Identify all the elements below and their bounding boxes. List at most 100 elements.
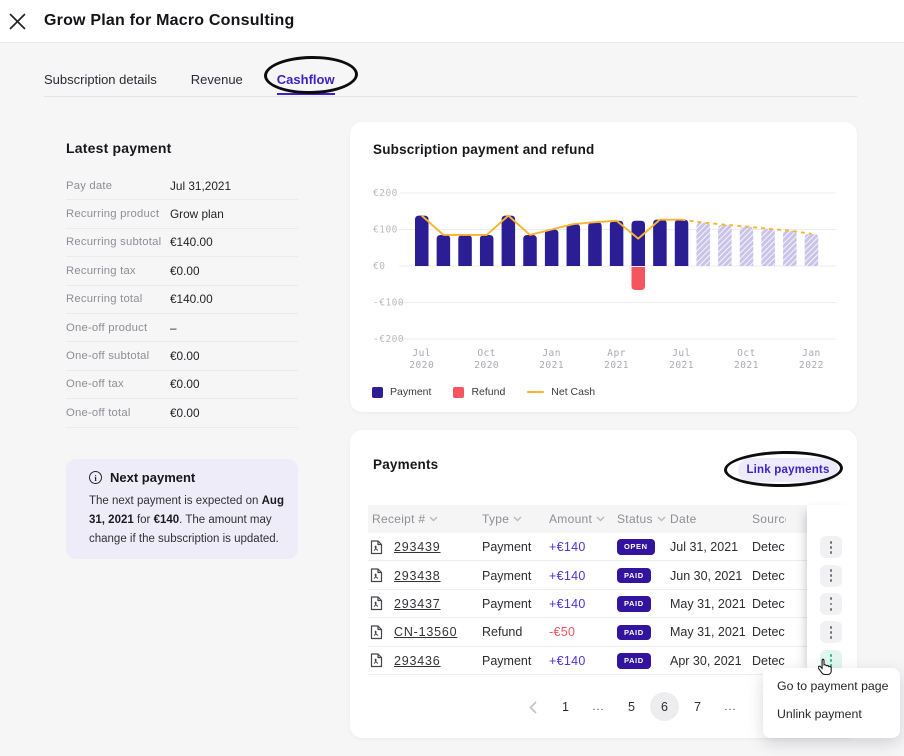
status-cell: PAID: [617, 561, 667, 589]
info-icon: i: [89, 471, 102, 484]
detail-row: One-off product –: [66, 314, 298, 343]
chart-card: Subscription payment and refund €200 €100…: [350, 122, 857, 412]
detail-label: Recurring tax: [66, 264, 136, 277]
detail-row: Pay date Jul 31,2021: [66, 172, 298, 201]
status-badge: OPEN: [617, 539, 655, 555]
amount-cell: +€140: [549, 568, 586, 583]
date-cell: Jun 30, 2021: [670, 568, 743, 583]
source-cell: Detected: [752, 540, 785, 555]
svg-text:2022: 2022: [799, 360, 824, 371]
payments-table-header: Receipt #TypeAmountStatusDate Source: [368, 505, 807, 533]
menu-item-unlink-payment[interactable]: Unlink payment: [763, 700, 900, 728]
column-header-receipt-[interactable]: Receipt #: [372, 505, 480, 533]
amount-cell: +€140: [549, 596, 586, 611]
svg-text:€200: €200: [373, 188, 398, 199]
detail-label: Recurring total: [66, 293, 143, 306]
detail-value: €0.00: [170, 405, 200, 420]
svg-text:2021: 2021: [539, 360, 564, 371]
column-header-status[interactable]: Status: [617, 505, 668, 533]
source-cell: Detected: [752, 568, 785, 583]
detail-row: One-off total €0.00: [66, 399, 298, 428]
pdf-file-icon: [370, 625, 383, 639]
receipt-pdf-cell[interactable]: [370, 647, 386, 675]
receipt-link[interactable]: 293437: [394, 590, 478, 618]
type-cell: Refund: [482, 625, 523, 640]
tab-cashflow[interactable]: Cashflow: [276, 72, 335, 95]
payments-title: Payments: [373, 457, 439, 472]
pdf-file-icon: [370, 568, 383, 583]
next-payment-title-row: i Next payment: [89, 470, 288, 485]
pagination-page-1[interactable]: 1: [549, 692, 582, 722]
next-payment-title: Next payment: [110, 470, 196, 485]
detail-label: Pay date: [66, 179, 113, 192]
svg-text:Oct: Oct: [477, 348, 496, 359]
receipt-link[interactable]: 293438: [394, 561, 478, 589]
column-header-type[interactable]: Type: [482, 505, 547, 533]
detail-label: One-off total: [66, 406, 131, 419]
link-payments-button[interactable]: Link payments: [738, 458, 838, 482]
pdf-file-icon: [370, 596, 383, 611]
svg-text:2020: 2020: [409, 360, 434, 371]
column-header-amount[interactable]: Amount: [549, 505, 615, 533]
receipt-link[interactable]: CN-13560: [394, 618, 478, 646]
svg-text:Oct: Oct: [737, 348, 756, 359]
sort-chevron-icon: [596, 516, 605, 522]
date-cell: May 31, 2021: [670, 596, 746, 611]
dialog-header: Grow Plan for Macro Consulting: [0, 0, 904, 43]
receipt-pdf-cell[interactable]: [370, 561, 386, 589]
pagination-prev-icon[interactable]: [516, 692, 549, 722]
receipt-link[interactable]: 293436: [394, 647, 478, 675]
detail-value: Jul 31,2021: [170, 178, 232, 193]
column-header-date: Date: [670, 512, 697, 526]
payment-row: 293438 Payment +€140 PAID Jun 30, 2021 Detect…: [368, 561, 807, 590]
svg-text:2021: 2021: [669, 360, 694, 371]
pdf-file-icon: [370, 653, 383, 668]
detail-row: Recurring subtotal €140.00: [66, 229, 298, 258]
cursor-pointer-icon: [818, 658, 832, 676]
sort-chevron-icon: [657, 516, 666, 522]
detail-row: Recurring total €140.00: [66, 286, 298, 314]
latest-payment-title: Latest payment: [66, 140, 172, 156]
receipt-link[interactable]: 293439: [394, 533, 478, 561]
row-actions-kebab[interactable]: [820, 593, 842, 615]
pagination-page-7[interactable]: 7: [681, 692, 714, 722]
sort-chevron-icon: [513, 516, 522, 522]
tab-subscription-details[interactable]: Subscription details: [44, 72, 157, 95]
sort-chevron-icon: [429, 516, 438, 522]
detail-value: €0.00: [170, 263, 200, 278]
detail-value: €140.00: [170, 292, 213, 307]
row-actions-kebab[interactable]: [820, 536, 842, 559]
next-payment-text: The next payment is expected on Aug 31, …: [89, 495, 284, 545]
detail-row: One-off subtotal €0.00: [66, 342, 298, 371]
receipt-pdf-cell[interactable]: [370, 590, 386, 618]
pagination-page-5[interactable]: 5: [615, 692, 648, 722]
svg-text:-€100: -€100: [373, 298, 404, 309]
detail-value: €0.00: [170, 349, 200, 364]
svg-text:2021: 2021: [734, 360, 759, 371]
svg-text:-€200: -€200: [373, 334, 404, 345]
amount-cell: +€140: [549, 540, 586, 555]
row-actions-kebab[interactable]: [820, 621, 842, 644]
legend-item-refund: Refund: [453, 386, 505, 398]
svg-text:2020: 2020: [474, 360, 499, 371]
pagination-page-6[interactable]: 6: [648, 692, 681, 722]
close-icon[interactable]: [9, 13, 26, 30]
type-cell: Payment: [482, 540, 532, 555]
detail-row: Recurring tax €0.00: [66, 257, 298, 286]
payment-row: 293439 Payment +€140 OPEN Jul 31, 2021 Detect…: [368, 533, 807, 562]
receipt-pdf-cell[interactable]: [370, 533, 386, 561]
tab-revenue[interactable]: Revenue: [191, 72, 243, 95]
chart-legend: Payment Refund Net Cash: [372, 386, 595, 398]
latest-payment-details: Pay date Jul 31,2021 Recurring product Grow…: [66, 172, 298, 428]
page-title: Grow Plan for Macro Consulting: [44, 12, 295, 29]
payment-row: 293437 Payment +€140 PAID May 31, 2021 Detect…: [368, 590, 807, 619]
detail-value: –: [170, 320, 177, 335]
receipt-pdf-cell[interactable]: [370, 618, 386, 646]
detail-value: €140.00: [170, 235, 213, 250]
legend-item-payment: Payment: [372, 386, 431, 398]
tab-bar: Subscription details Revenue Cashflow: [44, 72, 335, 95]
detail-row: One-off tax €0.00: [66, 371, 298, 400]
status-cell: PAID: [617, 618, 667, 646]
row-actions-kebab[interactable]: [820, 564, 842, 587]
status-badge: PAID: [617, 596, 651, 612]
